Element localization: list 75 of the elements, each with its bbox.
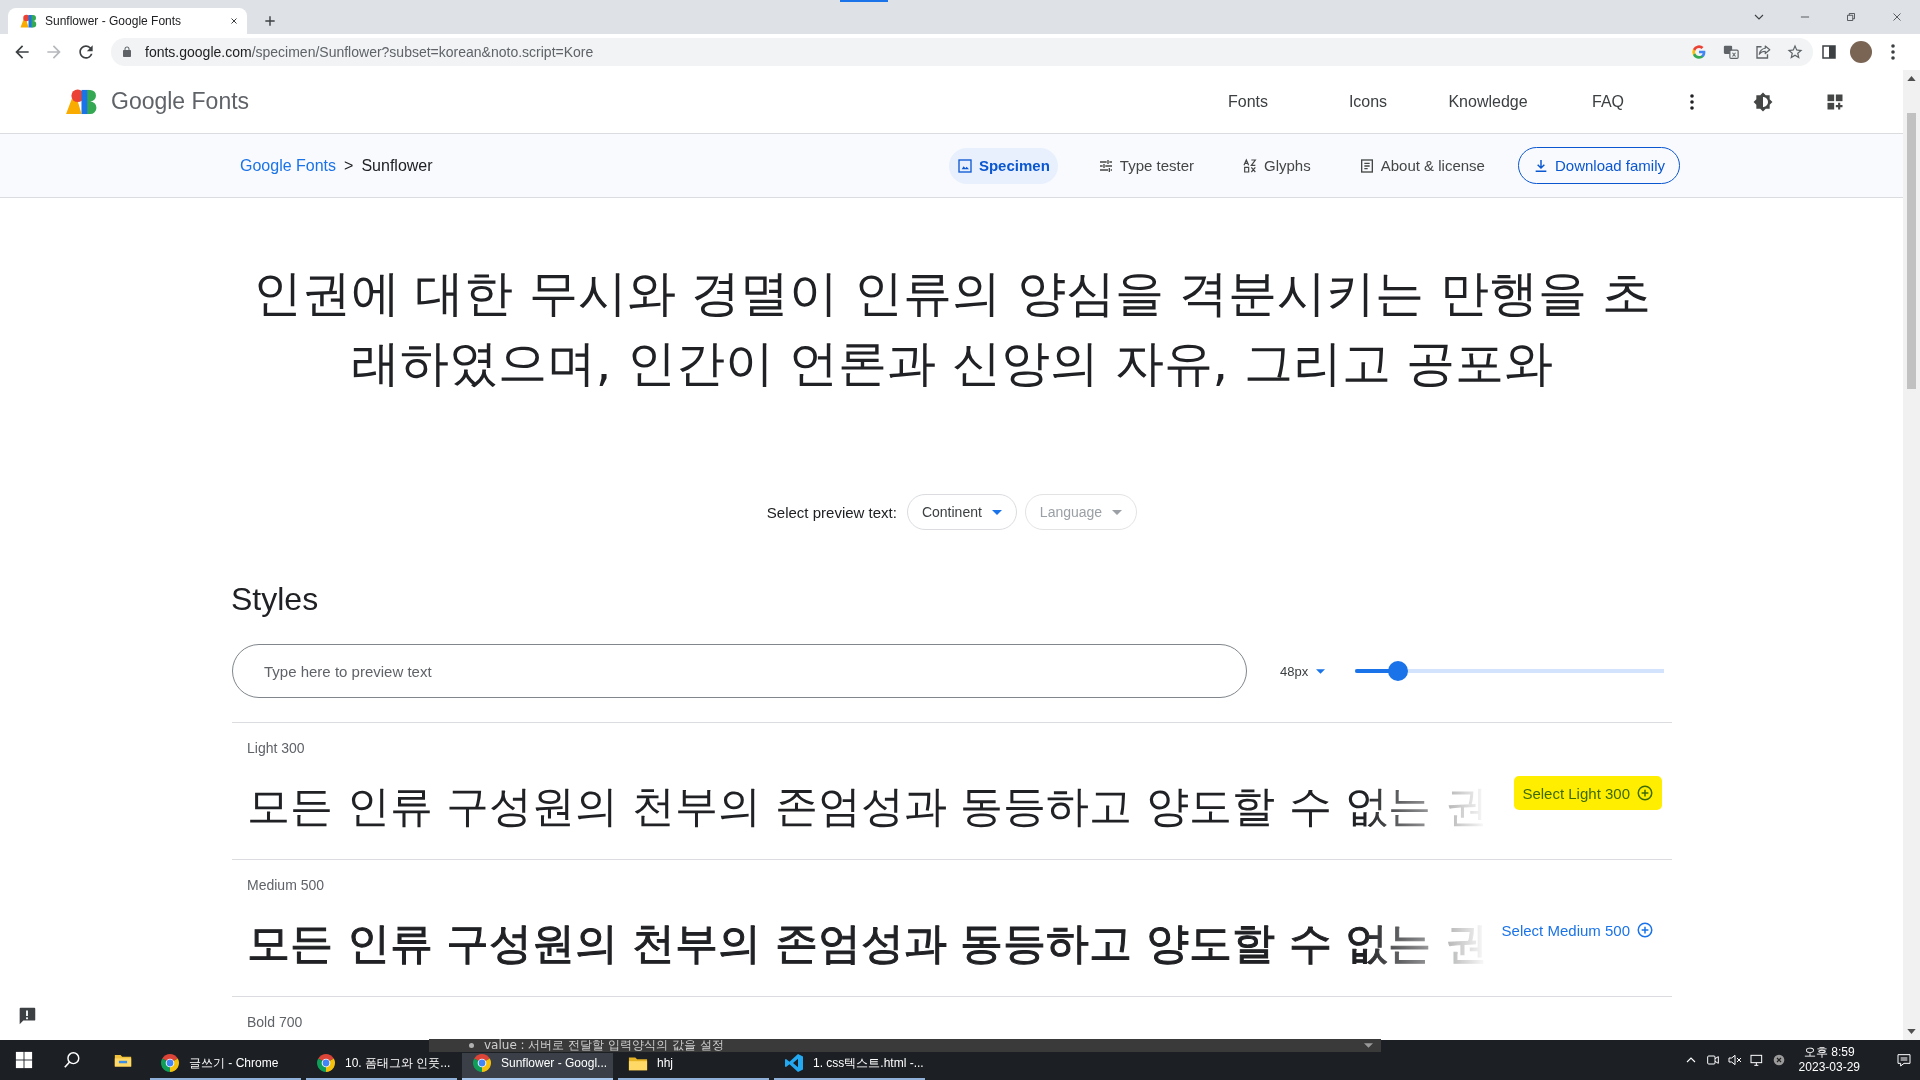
new-tab-plus-icon[interactable] [263,14,277,28]
star-icon[interactable] [1786,43,1804,61]
taskbar-item[interactable]: 10. 폼태그와 인풋... [306,1053,457,1080]
more-options-icon[interactable] [1690,93,1694,110]
browser-icon [472,1053,492,1073]
lock-icon[interactable] [121,46,133,58]
symbols-icon [1242,157,1259,174]
tab-strip-marker [840,0,888,2]
section-heading: Styles [231,580,319,619]
reload-icon[interactable] [76,42,96,62]
nav-link[interactable]: Icons [1344,84,1392,119]
scroll-down-icon[interactable] [1907,1029,1916,1034]
caret-icon [1364,1043,1373,1048]
caret-icon [1316,668,1326,674]
breadcrumb-current: Sunflower [361,156,433,175]
page-tab[interactable]: About & license [1350,147,1493,184]
logo-icon[interactable] [65,88,98,115]
preview-strip-text: value : 서버로 전달할 입력양식의 값을 설정 [484,1039,724,1052]
document-icon [1358,157,1375,174]
page-tab[interactable]: Specimen [948,147,1058,184]
caret-icon [991,509,1002,515]
select-style-button[interactable]: Select Medium 500 [1493,913,1662,947]
browser-tab[interactable]: Sunflower - Google Fonts [8,8,247,34]
style-sample-text: 모든 인류 구성원의 천부의 존엄성과 동등하고 양도할 수 없는 권 [247,780,1489,833]
select-style-button[interactable]: Select Light 300 [1514,776,1662,810]
page-tab[interactable]: Glyphs [1234,147,1319,184]
side-panel-icon[interactable] [1820,43,1838,61]
bullet-icon [469,1043,474,1048]
speaker-muted-icon[interactable] [1726,1052,1743,1068]
translate-icon[interactable] [1722,43,1740,61]
windows-icon[interactable] [15,1051,33,1069]
preview-paragraph: 인권에 대한 무시와 경멸이 인류의 양심을 격분시키는 만행을 초 래하였으며, 인간이 언론과 신앙의 자유, 그리고 공포와 [252,264,1652,394]
nav-link[interactable]: Knowledge [1444,84,1532,119]
scrollbar-thumb[interactable] [1907,113,1916,389]
logo-icon [20,14,37,28]
avatar[interactable] [1850,41,1872,63]
more-options-icon[interactable] [1891,44,1895,60]
style-name: Medium 500 [247,876,325,895]
scrollbar[interactable] [1903,70,1920,1040]
taskbar-item[interactable]: Sunflower - Googl... [462,1053,613,1080]
dropdown[interactable]: Continent [906,494,1017,530]
scroll-up-icon[interactable] [1907,76,1916,81]
slider-thumb[interactable] [1388,661,1409,681]
caret-icon [1112,509,1123,515]
clock[interactable]: 오후 8:59 2023-03-29 [1798,1045,1860,1075]
plus-circle-icon [1636,921,1654,939]
search-icon[interactable] [63,1051,81,1069]
framed-image-icon [956,157,973,174]
browser-icon [160,1053,180,1073]
share-icon[interactable] [1754,43,1772,61]
page-tab[interactable]: Type tester [1089,147,1203,184]
breadcrumb-separator: > [344,156,354,175]
breadcrumb-link[interactable]: Google Fonts [240,156,337,175]
style-sample-text: 모든 인류 구성원의 천부의 존엄성과 동등하고 양도할 수 없는 권 [247,917,1489,970]
g-logo-icon[interactable] [1690,43,1708,61]
code-editor-icon [784,1053,804,1073]
logo-text[interactable]: Google Fonts [111,88,250,115]
camera-icon[interactable] [1704,1052,1721,1068]
nav-link[interactable]: FAQ [1588,84,1628,119]
font-size-dropdown[interactable]: 48px [1280,659,1326,683]
brightness-icon[interactable] [1753,91,1773,112]
style-name: Bold 700 [247,1013,303,1032]
monitor-icon[interactable] [1748,1052,1765,1068]
address-bar[interactable]: fonts.google.com/specimen/Sunflower?subset=korean&noto.script=Kore [111,38,1813,66]
sliders-icon [1097,157,1114,174]
restore-icon[interactable] [1844,10,1858,24]
plus-circle-icon [1636,784,1654,802]
preview-text-label: Select preview text: [766,503,897,521]
close-icon[interactable] [229,16,239,26]
browser-icon [316,1053,336,1073]
nav-link[interactable]: Fonts [1224,84,1272,119]
preview-text-input[interactable]: Type here to preview text [232,644,1247,698]
notification-icon[interactable] [1896,1052,1912,1068]
style-name: Light 300 [247,739,305,758]
taskbar-item[interactable]: 글쓰기 - Chrome [150,1053,301,1080]
